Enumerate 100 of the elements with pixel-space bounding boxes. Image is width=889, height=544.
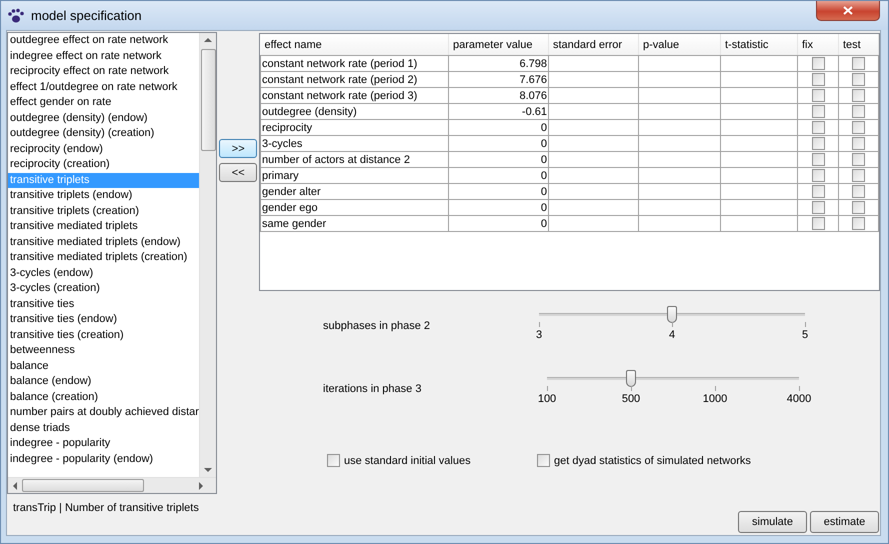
fix-checkbox[interactable] <box>812 57 824 70</box>
test-checkbox[interactable] <box>852 121 865 134</box>
table-cell: number of actors at distance 2 <box>260 152 448 168</box>
test-checkbox[interactable] <box>852 169 865 182</box>
list-item[interactable]: transitive mediated triplets <box>8 219 200 234</box>
fix-checkbox[interactable] <box>812 73 824 86</box>
fix-checkbox[interactable] <box>812 89 824 102</box>
scroll-left-icon[interactable] <box>12 482 18 490</box>
fix-checkbox[interactable] <box>812 185 824 198</box>
list-item[interactable]: indegree - popularity (endow) <box>8 452 200 467</box>
table-cell: constant network rate (period 3) <box>260 88 448 104</box>
option-checkbox[interactable] <box>327 454 340 467</box>
list-item[interactable]: reciprocity effect on rate network <box>8 64 200 80</box>
fix-checkbox[interactable] <box>812 121 824 134</box>
tick-label: 3 <box>536 329 542 341</box>
fix-checkbox[interactable] <box>812 169 824 182</box>
option-checkbox[interactable] <box>537 454 550 467</box>
list-item[interactable]: betweenness <box>8 343 200 358</box>
list-item[interactable]: transitive ties (creation) <box>8 328 200 343</box>
tick-label: 5 <box>802 329 808 341</box>
list-item[interactable]: indegree - popularity <box>8 436 200 452</box>
test-checkbox[interactable] <box>852 89 865 102</box>
column-header[interactable]: test <box>838 34 878 56</box>
option-label: use standard initial values <box>344 454 471 466</box>
test-checkbox[interactable] <box>852 137 865 150</box>
fix-checkbox[interactable] <box>812 201 824 214</box>
tick-label: 4 <box>668 329 676 341</box>
fix-checkbox[interactable] <box>812 153 824 166</box>
table-cell: gender alter <box>260 184 448 200</box>
move-button[interactable]: >> <box>219 139 257 158</box>
fix-checkbox[interactable] <box>812 217 824 230</box>
column-header[interactable]: t-statistic <box>720 34 798 56</box>
tick-label: 1000 <box>702 393 728 405</box>
test-checkbox[interactable] <box>852 73 865 86</box>
close-icon <box>843 6 853 15</box>
test-checkbox[interactable] <box>852 153 865 166</box>
list-item[interactable]: effect gender on rate <box>8 95 200 110</box>
table-cell: 0 <box>448 152 548 168</box>
list-item[interactable]: number pairs at doubly achieved distar <box>8 405 200 420</box>
list-item[interactable]: transitive triplets (creation) <box>8 204 200 219</box>
test-checkbox[interactable] <box>852 201 865 214</box>
table-cell: 0 <box>448 120 548 136</box>
column-header[interactable]: parameter value <box>448 34 548 56</box>
table-cell: constant network rate (period 1) <box>260 56 448 72</box>
table-cell: -0.61 <box>448 104 548 120</box>
table-cell: 0 <box>448 216 548 232</box>
column-header[interactable]: effect name <box>260 34 448 56</box>
test-checkbox[interactable] <box>852 105 865 118</box>
list-item[interactable]: reciprocity (creation) <box>8 157 200 172</box>
list-item[interactable]: reciprocity (endow) <box>8 142 200 157</box>
test-checkbox[interactable] <box>852 217 865 230</box>
list-item[interactable]: transitive ties (endow) <box>8 312 200 328</box>
list-item[interactable]: balance <box>8 358 200 374</box>
table-cell: 7.676 <box>448 72 548 88</box>
list-item[interactable]: balance (creation) <box>8 390 200 405</box>
scroll-down-icon[interactable] <box>204 467 212 473</box>
list-item[interactable]: dense triads <box>8 420 200 436</box>
table-cell: same gender <box>260 216 448 232</box>
action-button[interactable]: estimate <box>810 511 879 533</box>
table-cell: outdegree (density) <box>260 104 448 120</box>
option-label: get dyad statistics of simulated networks <box>554 454 751 466</box>
list-item[interactable]: transitive mediated triplets (creation) <box>8 250 200 266</box>
list-item[interactable]: 3-cycles (creation) <box>8 281 200 296</box>
fix-checkbox[interactable] <box>812 105 824 118</box>
table-cell: primary <box>260 168 448 184</box>
list-item[interactable]: transitive mediated triplets (endow) <box>8 234 200 250</box>
column-header[interactable]: p-value <box>638 34 720 56</box>
scrollbar-thumb[interactable] <box>200 49 216 151</box>
list-item[interactable]: outdegree (density) (endow) <box>8 110 200 126</box>
tick-label: 100 <box>538 393 556 405</box>
move-button[interactable]: << <box>219 163 257 182</box>
list-item[interactable]: effect 1/outdegree on rate network <box>8 80 200 95</box>
list-item[interactable]: transitive ties <box>8 296 200 312</box>
test-checkbox[interactable] <box>852 185 865 198</box>
column-header[interactable]: fix <box>798 34 838 56</box>
slider-label: subphases in phase 2 <box>322 319 432 332</box>
status-text: transTrip | Number of transitive triplets <box>12 501 200 514</box>
list-item[interactable]: 3-cycles (endow) <box>8 266 200 281</box>
action-button[interactable]: simulate <box>738 511 807 533</box>
list-item[interactable]: outdegree effect on rate network <box>8 33 200 48</box>
list-item[interactable]: outdegree (density) (creation) <box>8 126 200 142</box>
tick-label: 500 <box>622 393 640 405</box>
slider-label: iterations in phase 3 <box>322 382 422 395</box>
scroll-up-icon[interactable] <box>204 37 212 43</box>
fix-checkbox[interactable] <box>812 137 824 150</box>
table-cell: 0 <box>448 200 548 216</box>
table-cell: 0 <box>448 184 548 200</box>
slider-thumb[interactable] <box>626 370 636 387</box>
scroll-right-icon[interactable] <box>198 482 204 490</box>
close-button[interactable] <box>816 1 880 21</box>
tick-label: 4000 <box>786 393 812 405</box>
table-cell: 6.798 <box>448 56 548 72</box>
scrollbar-thumb[interactable] <box>22 479 144 492</box>
list-item[interactable]: indegree effect on rate network <box>8 48 200 64</box>
list-item[interactable]: balance (endow) <box>8 374 200 390</box>
window-title: model specification <box>31 8 143 23</box>
slider-thumb[interactable] <box>667 306 677 323</box>
column-header[interactable]: standard error <box>548 34 638 56</box>
list-item[interactable]: transitive triplets (endow) <box>8 188 200 204</box>
test-checkbox[interactable] <box>852 57 865 70</box>
